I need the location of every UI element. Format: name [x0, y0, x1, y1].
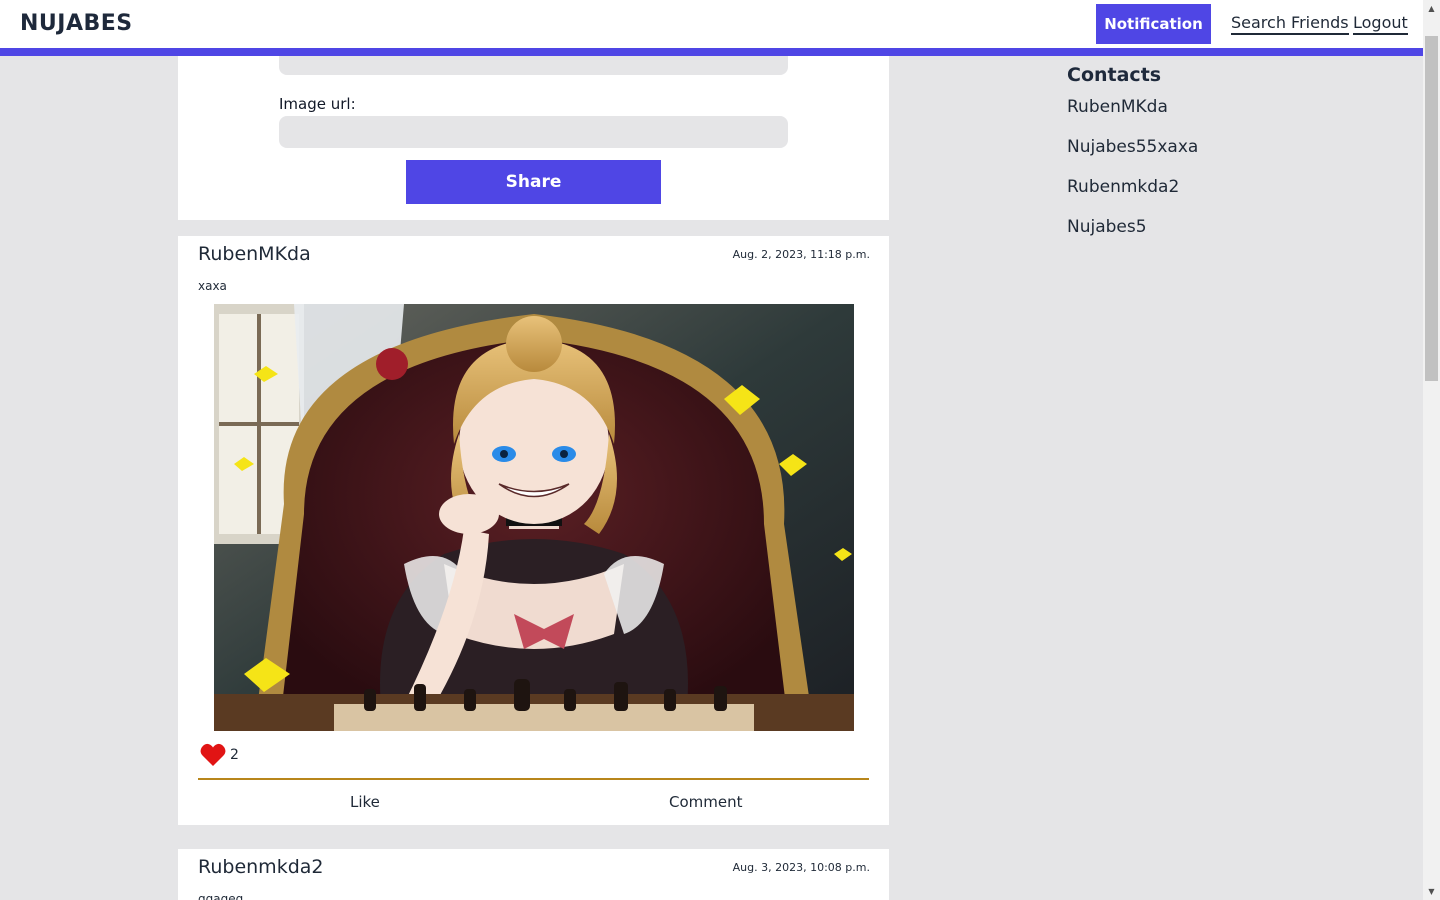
- share-post-card: Image url: Share: [178, 40, 889, 220]
- page-scrollbar[interactable]: ▲ ▼: [1423, 0, 1440, 900]
- post-author[interactable]: Rubenmkda2: [198, 856, 324, 878]
- post-author[interactable]: RubenMKda: [198, 243, 311, 265]
- like-count: 2: [230, 747, 239, 763]
- search-friends-link[interactable]: Search Friends: [1231, 14, 1349, 35]
- post-divider: [198, 778, 869, 780]
- contact-item[interactable]: Nujabes5: [1067, 217, 1147, 237]
- heart-icon: [200, 743, 226, 766]
- likes-row: 2: [200, 743, 239, 767]
- image-url-label: Image url:: [279, 95, 356, 113]
- contact-item[interactable]: Nujabes55xaxa: [1067, 137, 1198, 157]
- navbar: NUJABES Notification Search Friends Logo…: [0, 0, 1423, 56]
- post-text: xaxa: [198, 279, 227, 293]
- comment-button[interactable]: Comment: [669, 793, 743, 811]
- post-text: qqaqeq: [198, 892, 244, 900]
- logout-link[interactable]: Logout: [1353, 14, 1408, 35]
- scroll-up-icon[interactable]: ▲: [1423, 0, 1440, 17]
- share-button[interactable]: Share: [406, 160, 661, 204]
- post-card: RubenMKda Aug. 2, 2023, 11:18 p.m. xaxa: [178, 236, 889, 825]
- contacts-title: Contacts: [1067, 64, 1162, 86]
- post-date: Aug. 3, 2023, 10:08 p.m.: [732, 861, 870, 874]
- post-image: [214, 304, 854, 731]
- scroll-down-icon[interactable]: ▼: [1423, 883, 1440, 900]
- post-date: Aug. 2, 2023, 11:18 p.m.: [732, 248, 870, 261]
- notification-button[interactable]: Notification: [1096, 4, 1211, 44]
- scroll-thumb[interactable]: [1425, 36, 1438, 381]
- post-card: Rubenmkda2 Aug. 3, 2023, 10:08 p.m. qqaq…: [178, 849, 889, 900]
- brand-logo[interactable]: NUJABES: [20, 11, 133, 36]
- image-url-input[interactable]: [279, 116, 788, 148]
- contact-item[interactable]: RubenMKda: [1067, 97, 1168, 117]
- contact-item[interactable]: Rubenmkda2: [1067, 177, 1179, 197]
- like-button[interactable]: Like: [350, 793, 380, 811]
